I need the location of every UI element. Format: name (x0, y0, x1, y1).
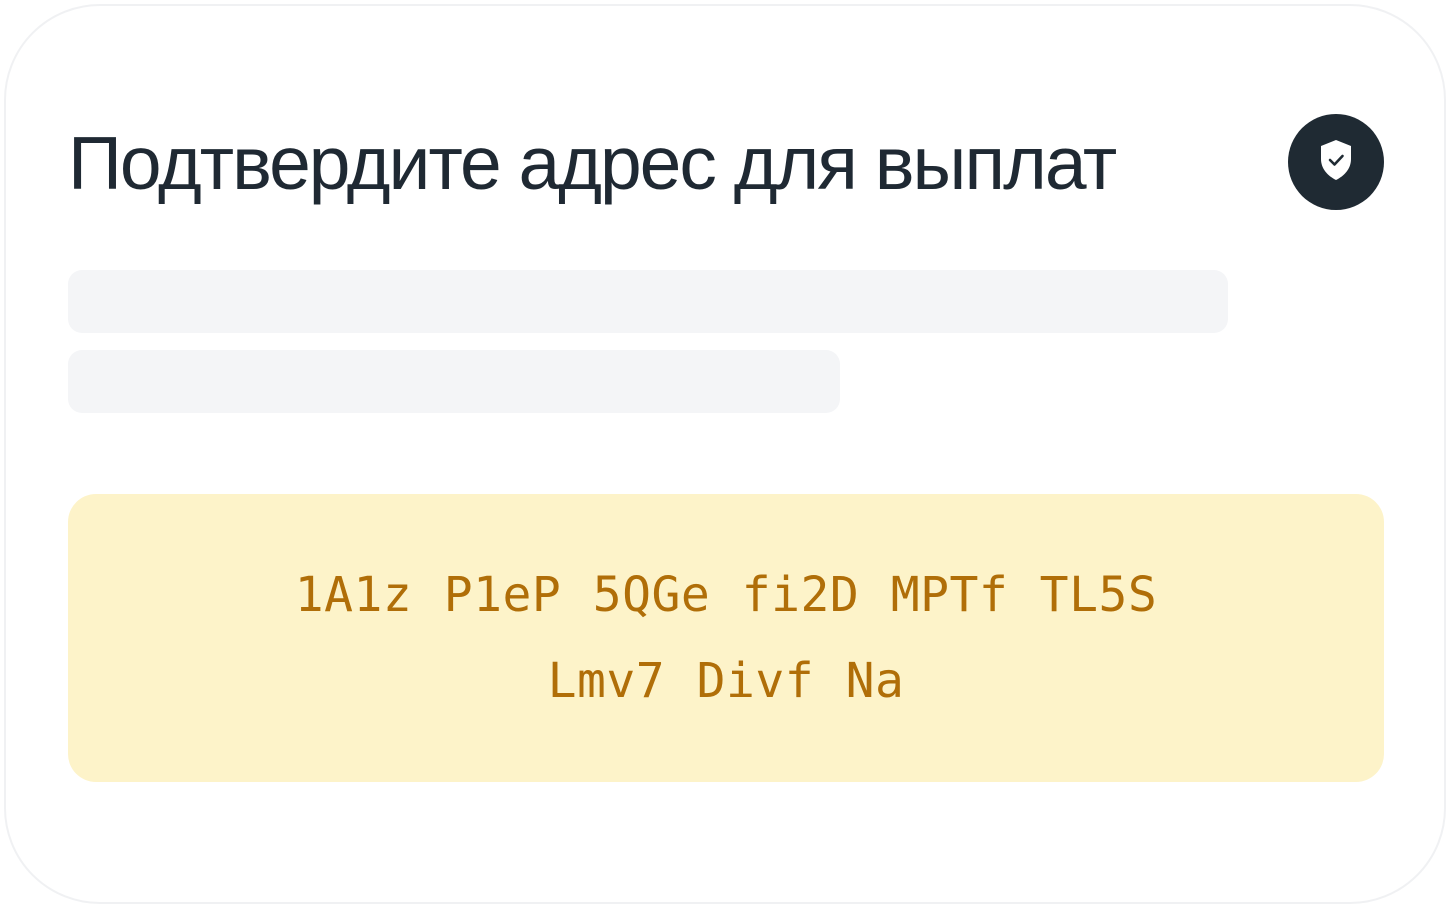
shield-check-icon (1316, 137, 1356, 188)
payout-address-text[interactable]: 1A1z P1eP 5QGe fi2D MPTf TL5S Lmv7 Divf … (221, 552, 1231, 724)
security-badge (1288, 114, 1384, 210)
skeleton-line (68, 270, 1228, 333)
skeleton-line (68, 350, 840, 413)
payout-address-box[interactable]: 1A1z P1eP 5QGe fi2D MPTf TL5S Lmv7 Divf … (68, 494, 1384, 782)
page-title: Подтвердите адрес для выплат (68, 121, 1117, 205)
